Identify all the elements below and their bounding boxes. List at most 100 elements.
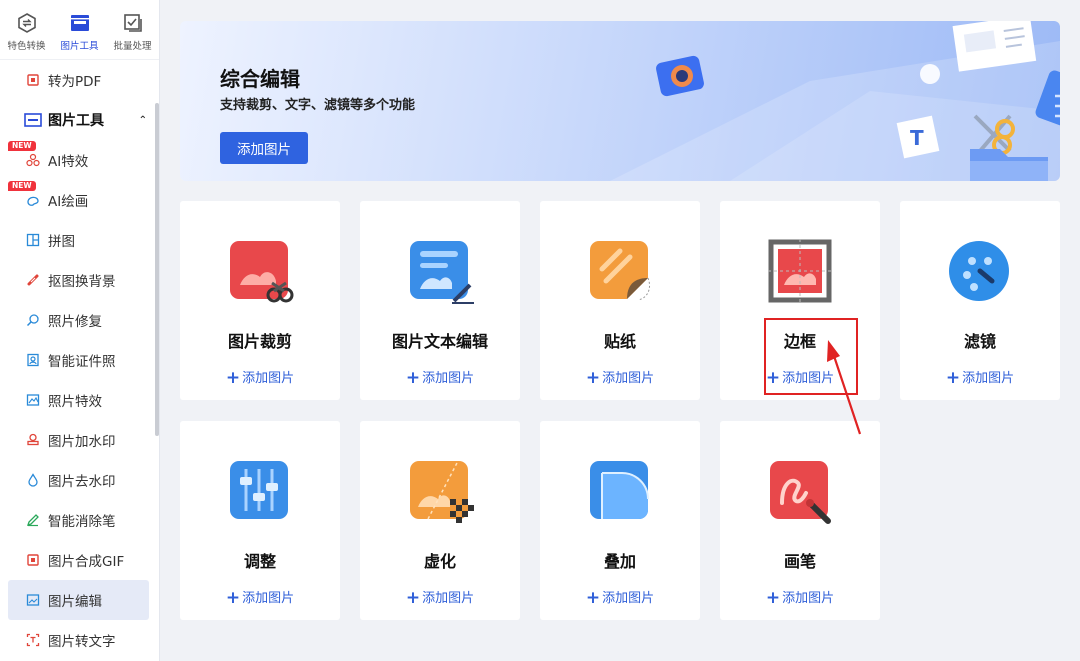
tool-add-image-link[interactable]: + 添加图片 (180, 587, 340, 608)
tool-add-image-link[interactable]: + 添加图片 (900, 367, 1060, 388)
tab-label: 图片工具 (60, 41, 99, 52)
ocr-icon (26, 633, 40, 647)
sidebar-item-label: 智能消除笔 (48, 514, 116, 530)
pdf-icon (26, 73, 40, 87)
tool-add-image-link[interactable]: + 添加图片 (180, 367, 340, 388)
sidebar-item-label: AI绘画 (48, 194, 89, 210)
sidebar-item-ai-effects[interactable]: NEW AI特效 (0, 140, 159, 180)
tool-card-blur[interactable]: 虚化 + 添加图片 (360, 421, 520, 620)
tab-label: 特色转换 (7, 41, 46, 52)
sidebar-item-photo-restore[interactable]: 照片修复 (0, 300, 159, 340)
plus-icon: + (585, 588, 601, 608)
sidebar-item-collage[interactable]: 拼图 (0, 220, 159, 260)
banner-subtitle: 支持裁剪、文字、滤镜等多个功能 (220, 98, 416, 113)
tool-card-overlay[interactable]: 叠加 + 添加图片 (540, 421, 700, 620)
sidebar-item-label: 转为PDF (48, 74, 102, 90)
red-arrow-annotation (827, 340, 862, 435)
image-crop-icon (230, 241, 294, 303)
tool-add-image-link[interactable]: + 添加图片 (360, 367, 520, 388)
tool-add-image-link[interactable]: + 添加图片 (360, 587, 520, 608)
banner: 综合编辑 支持裁剪、文字、滤镜等多个功能 添加图片 T (180, 21, 1060, 181)
tool-card-brush[interactable]: 画笔 + 添加图片 (720, 421, 880, 620)
drop-icon (26, 473, 40, 487)
chevron-up-icon[interactable]: ⌃ (139, 115, 147, 126)
add-image-label: 添加图片 (242, 371, 295, 386)
convert-icon (17, 13, 36, 33)
sidebar-item-label: 智能证件照 (48, 354, 116, 370)
batch-icon (123, 14, 142, 32)
plus-icon: + (405, 368, 421, 388)
tab-label: 批量处理 (113, 41, 152, 52)
sidebar-item-add-watermark[interactable]: 图片加水印 (0, 420, 159, 460)
sidebar-scrollbar[interactable] (155, 103, 159, 436)
tool-card-text-edit[interactable]: 图片文本编辑 + 添加图片 (360, 201, 520, 400)
image-tool-icon (24, 113, 42, 127)
tool-add-image-link[interactable]: + 添加图片 (720, 587, 880, 608)
tool-name: 图片文本编辑 (391, 332, 488, 351)
sidebar-item-id-photo[interactable]: 智能证件照 (0, 340, 159, 380)
tool-name: 叠加 (603, 552, 636, 571)
stamp-icon (26, 433, 40, 447)
image-tool-icon (70, 15, 89, 31)
tab-feature-convert[interactable]: 特色转换 (0, 12, 53, 59)
banner-illustration: T (610, 21, 1060, 181)
tool-name: 图片裁剪 (227, 332, 292, 351)
sidebar-item-label: 图片编辑 (48, 594, 102, 610)
id-photo-icon (26, 353, 40, 367)
tool-card-sticker[interactable]: 贴纸 + 添加图片 (540, 201, 700, 400)
tool-add-image-link[interactable]: + 添加图片 (540, 367, 700, 388)
plus-icon: + (585, 368, 601, 388)
gif-icon (26, 553, 40, 567)
plus-icon: + (765, 588, 781, 608)
sidebar-item-label: 照片特效 (48, 394, 102, 410)
tab-image-tools[interactable]: 图片工具 (53, 12, 106, 59)
ai-effects-icon (26, 153, 40, 167)
brush-icon (770, 461, 831, 524)
sidebar-item-gif[interactable]: 图片合成GIF (0, 540, 159, 580)
sidebar-item-label: 照片修复 (48, 314, 102, 330)
cutout-icon (26, 273, 40, 287)
tool-name: 贴纸 (603, 332, 636, 351)
sidebar-item-photo-effects[interactable]: 照片特效 (0, 380, 159, 420)
sidebar-item-label: 图片去水印 (48, 474, 116, 490)
sidebar-item-image-edit[interactable]: 图片编辑 (8, 580, 149, 620)
add-image-label: 添加图片 (782, 591, 835, 606)
camera-icon (656, 55, 704, 97)
tool-card-adjust[interactable]: 调整 + 添加图片 (180, 421, 340, 620)
add-image-label: 添加图片 (422, 591, 475, 606)
bubble-icon (920, 64, 940, 84)
plus-icon: + (945, 368, 961, 388)
sidebar-item-label: 拼图 (48, 234, 75, 250)
add-image-label: 添加图片 (602, 371, 655, 386)
banner-add-image-button[interactable]: 添加图片 (220, 132, 308, 164)
tool-add-image-link[interactable]: + 添加图片 (540, 587, 700, 608)
tool-card-crop[interactable]: 图片裁剪 + 添加图片 (180, 201, 340, 400)
new-badge: NEW (8, 181, 36, 191)
banner-title: 综合编辑 (220, 67, 300, 91)
sidebar-group-image-tools[interactable]: 图片工具 ⌃ (0, 100, 159, 140)
top-tabs: 特色转换 图片工具 批量处理 (0, 0, 159, 60)
eraser-pen-icon (26, 513, 40, 527)
tab-batch[interactable]: 批量处理 (106, 12, 159, 59)
overlay-icon (590, 461, 649, 519)
sidebar-item-label: 图片合成GIF (48, 554, 125, 570)
sidebar-item-image-to-text[interactable]: 图片转文字 (0, 620, 159, 660)
sticker-icon (590, 241, 651, 301)
sidebar-item-cutout[interactable]: 抠图换背景 (0, 260, 159, 300)
add-image-label: 添加图片 (242, 591, 295, 606)
sidebar-item-to-pdf[interactable]: 转为PDF (0, 60, 159, 100)
tool-card-filter[interactable]: 滤镜 + 添加图片 (900, 201, 1060, 400)
collage-icon (26, 233, 40, 247)
svg-text:T: T (910, 126, 924, 150)
sidebar-item-label: AI特效 (48, 154, 89, 170)
sidebar-item-label: 图片加水印 (48, 434, 116, 450)
sidebar-nav: 转为PDF 图片工具 ⌃ NEW AI特效 NEW AI绘画 拼图 抠图换背景 … (0, 60, 159, 660)
tool-name: 画笔 (783, 552, 816, 571)
image-text-edit-icon (410, 241, 474, 304)
sidebar-item-ai-painting[interactable]: NEW AI绘画 (0, 180, 159, 220)
sidebar-item-smart-eraser[interactable]: 智能消除笔 (0, 500, 159, 540)
plus-icon: + (225, 368, 241, 388)
sidebar-item-remove-watermark[interactable]: 图片去水印 (0, 460, 159, 500)
plus-icon: + (405, 588, 421, 608)
tool-name: 调整 (243, 552, 276, 571)
